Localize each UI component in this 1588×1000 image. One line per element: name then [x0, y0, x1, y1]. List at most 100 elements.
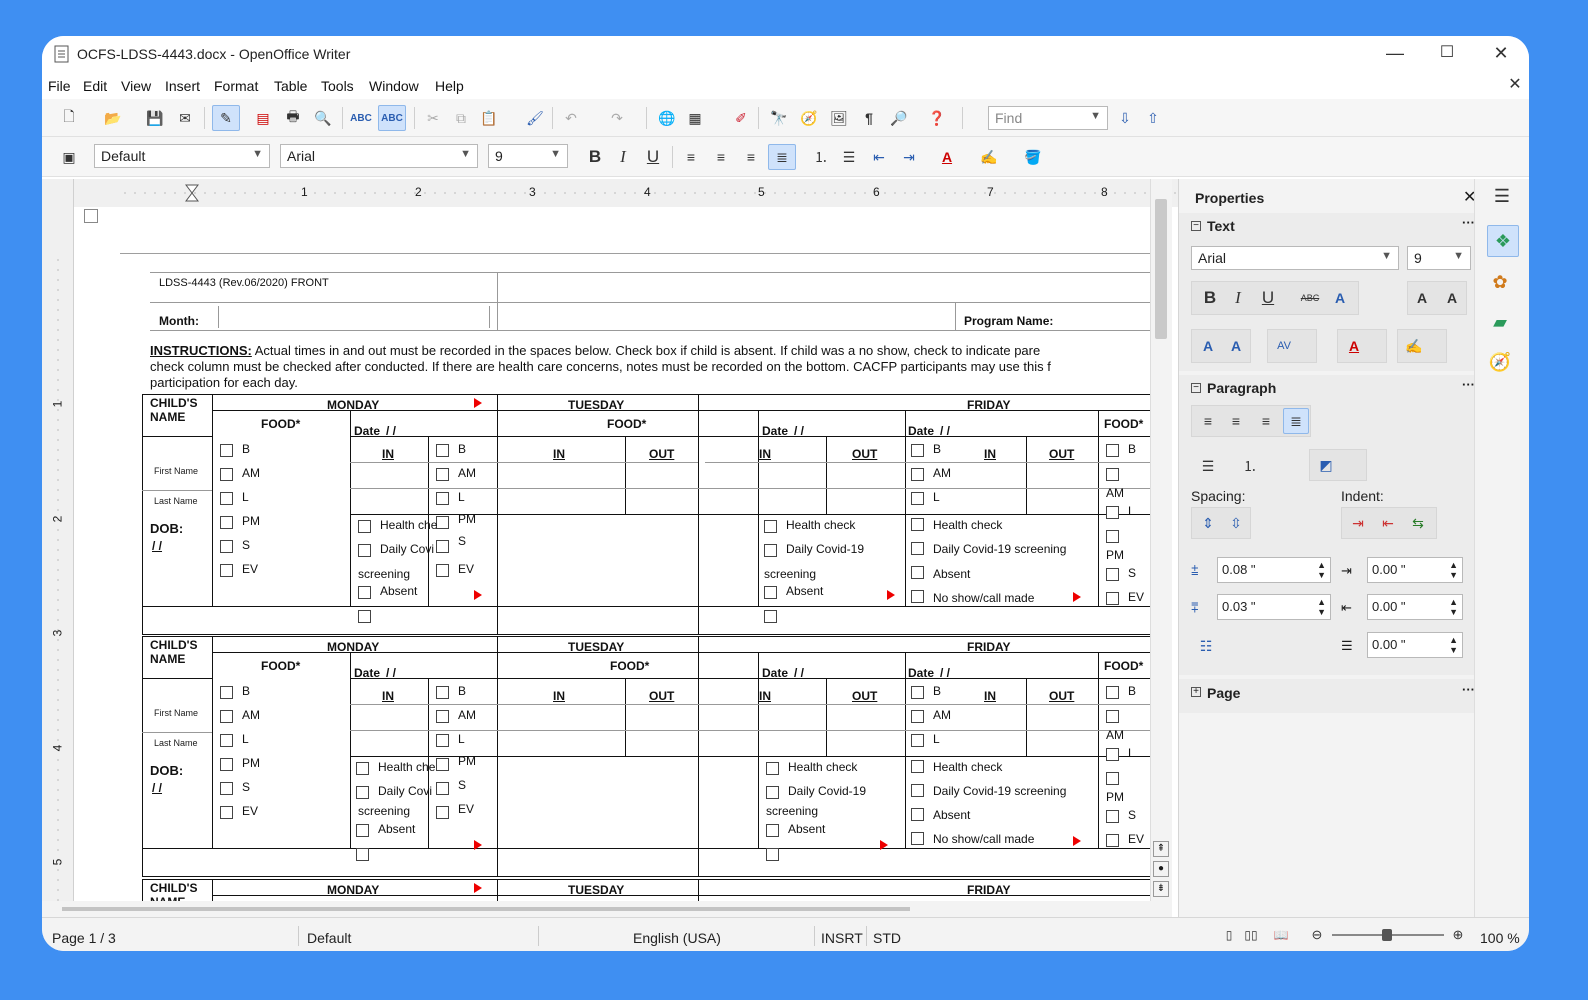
table-icon[interactable]: ▦ [684, 107, 706, 129]
meal-checkbox[interactable] [1106, 772, 1119, 785]
decrease-font-icon[interactable]: A [1225, 335, 1247, 357]
covid-checkbox[interactable] [911, 542, 924, 555]
horizontal-scrollbar[interactable] [42, 901, 1172, 917]
covid-checkbox[interactable] [911, 784, 924, 797]
line-spacing-icon[interactable]: ☷ [1195, 635, 1217, 657]
subscript-icon[interactable]: A [1441, 287, 1463, 309]
open-folder-icon[interactable]: 📂 [102, 107, 124, 129]
meal-checkbox[interactable] [1106, 834, 1119, 847]
close-document-button[interactable]: ✕ [1492, 74, 1529, 98]
navigator-icon[interactable]: 🧭 [798, 107, 820, 129]
export-pdf-icon[interactable]: ▤ [252, 107, 274, 129]
font-name-select[interactable]: Arial ▼ [280, 144, 478, 168]
meal-checkbox[interactable] [436, 782, 449, 795]
character-spacing-icon[interactable]: AV [1273, 335, 1295, 357]
absent-checkbox[interactable] [766, 824, 779, 837]
meal-checkbox[interactable] [220, 758, 233, 771]
meal-checkbox[interactable] [1106, 748, 1119, 761]
expand-icon[interactable]: + [1191, 687, 1201, 697]
bold-icon[interactable]: B [584, 146, 606, 168]
shadow-icon[interactable]: A [1329, 287, 1351, 309]
multi-page-view-icon[interactable]: ▯▯ [1240, 924, 1262, 946]
health-checkbox[interactable] [764, 520, 777, 533]
increase-indent-icon[interactable]: ⇥ [898, 146, 920, 168]
covid-checkbox[interactable] [356, 786, 369, 799]
meal-checkbox[interactable] [436, 806, 449, 819]
meal-checkbox[interactable] [1106, 810, 1119, 823]
noshow-checkbox[interactable] [766, 848, 779, 861]
new-document-icon[interactable]: 🗋 [58, 107, 80, 129]
spinner-icon[interactable]: ▲ ▼ [1317, 597, 1326, 617]
covid-checkbox[interactable] [766, 786, 779, 799]
collapse-icon[interactable]: − [1191, 221, 1201, 231]
numbering-icon[interactable]: ⒈ [1239, 455, 1261, 477]
book-view-icon[interactable]: 📖 [1270, 924, 1292, 946]
meal-checkbox[interactable] [220, 564, 233, 577]
sidebar-menu-icon[interactable]: ☰ [1491, 185, 1513, 207]
spellcheck-icon[interactable]: ABC [350, 107, 372, 129]
styles-deck-icon[interactable]: ✿ [1489, 271, 1511, 293]
date-field[interactable]: / / [940, 424, 950, 438]
meal-checkbox[interactable] [911, 734, 924, 747]
increase-indent-icon[interactable]: ⇥ [1347, 512, 1369, 534]
meal-checkbox[interactable] [1106, 568, 1119, 581]
noshow-checkbox[interactable] [911, 590, 924, 603]
meal-checkbox[interactable] [436, 516, 449, 529]
meal-checkbox[interactable] [1106, 444, 1119, 457]
navigator-deck-icon[interactable]: 🧭 [1489, 351, 1511, 373]
email-icon[interactable]: ✉ [174, 107, 196, 129]
align-left-icon[interactable]: ≡ [680, 146, 702, 168]
decrease-indent-icon[interactable]: ⇤ [868, 146, 890, 168]
find-replace-icon[interactable]: 🔭 [768, 107, 790, 129]
gallery-icon[interactable]: 🖼 [828, 107, 850, 129]
zoom-in-icon[interactable]: ⊕ [1447, 924, 1469, 946]
superscript-icon[interactable]: A [1411, 287, 1433, 309]
meal-checkbox[interactable] [1106, 468, 1119, 481]
space-below-input[interactable]: 0.03 " ▲ ▼ [1217, 594, 1331, 620]
styles-formatting-icon[interactable]: ▣ [58, 146, 80, 168]
space-above-input[interactable]: 0.08 " ▲ ▼ [1217, 557, 1331, 583]
redo-icon[interactable]: ↷ [606, 107, 628, 129]
meal-checkbox[interactable] [1106, 592, 1119, 605]
underline-icon[interactable]: U [1257, 287, 1279, 309]
decrease-spacing-icon[interactable]: ⇳ [1225, 512, 1247, 534]
covid-checkbox[interactable] [358, 544, 371, 557]
find-previous-icon[interactable]: ⇧ [1142, 107, 1164, 129]
selection-mode-status[interactable]: STD [873, 930, 901, 946]
health-checkbox[interactable] [766, 762, 779, 775]
spinner-icon[interactable]: ▲ ▼ [1317, 560, 1326, 580]
menu-window[interactable]: Window [369, 78, 419, 94]
sidebar-font-select[interactable]: Arial ▼ [1191, 246, 1399, 270]
menu-tools[interactable]: Tools [321, 78, 354, 94]
close-button[interactable]: ✕ [1478, 42, 1524, 66]
scrollbar-thumb[interactable] [1155, 199, 1167, 339]
gallery-deck-icon[interactable]: ▰ [1489, 311, 1511, 333]
align-center-icon[interactable]: ≡ [710, 146, 732, 168]
minimize-button[interactable]: — [1372, 42, 1418, 66]
indent-after-input[interactable]: 0.00 " ▲ ▼ [1367, 594, 1463, 620]
maximize-button[interactable]: ☐ [1424, 42, 1470, 66]
covid-checkbox[interactable] [764, 544, 777, 557]
copy-icon[interactable]: ⧉ [450, 107, 472, 129]
meal-checkbox[interactable] [220, 516, 233, 529]
absent-checkbox[interactable] [911, 566, 924, 579]
print-icon[interactable]: 🖶 [282, 107, 304, 129]
zoom-level-status[interactable]: 100 % [1480, 930, 1520, 946]
meal-checkbox[interactable] [220, 492, 233, 505]
single-page-view-icon[interactable]: ▯ [1218, 924, 1240, 946]
meal-checkbox[interactable] [220, 468, 233, 481]
month-field[interactable] [218, 306, 490, 328]
scrollbar-thumb[interactable] [62, 907, 910, 911]
save-icon[interactable]: 💾 [144, 107, 166, 129]
date-field[interactable]: / / [794, 424, 804, 438]
date-field[interactable]: / / [386, 424, 396, 438]
meal-checkbox[interactable] [911, 468, 924, 481]
find-input[interactable]: Find ▼ [988, 106, 1108, 130]
horizontal-ruler[interactable]: 1 2 3 4 5 6 7 8 [102, 179, 1179, 207]
noshow-checkbox[interactable] [911, 832, 924, 845]
meal-checkbox[interactable] [220, 782, 233, 795]
align-left-icon[interactable]: ≡ [1197, 410, 1219, 432]
background-color-icon[interactable]: 🪣 [1022, 146, 1044, 168]
language-status[interactable]: English (USA) [633, 930, 721, 946]
date-field[interactable]: / / [940, 666, 950, 680]
